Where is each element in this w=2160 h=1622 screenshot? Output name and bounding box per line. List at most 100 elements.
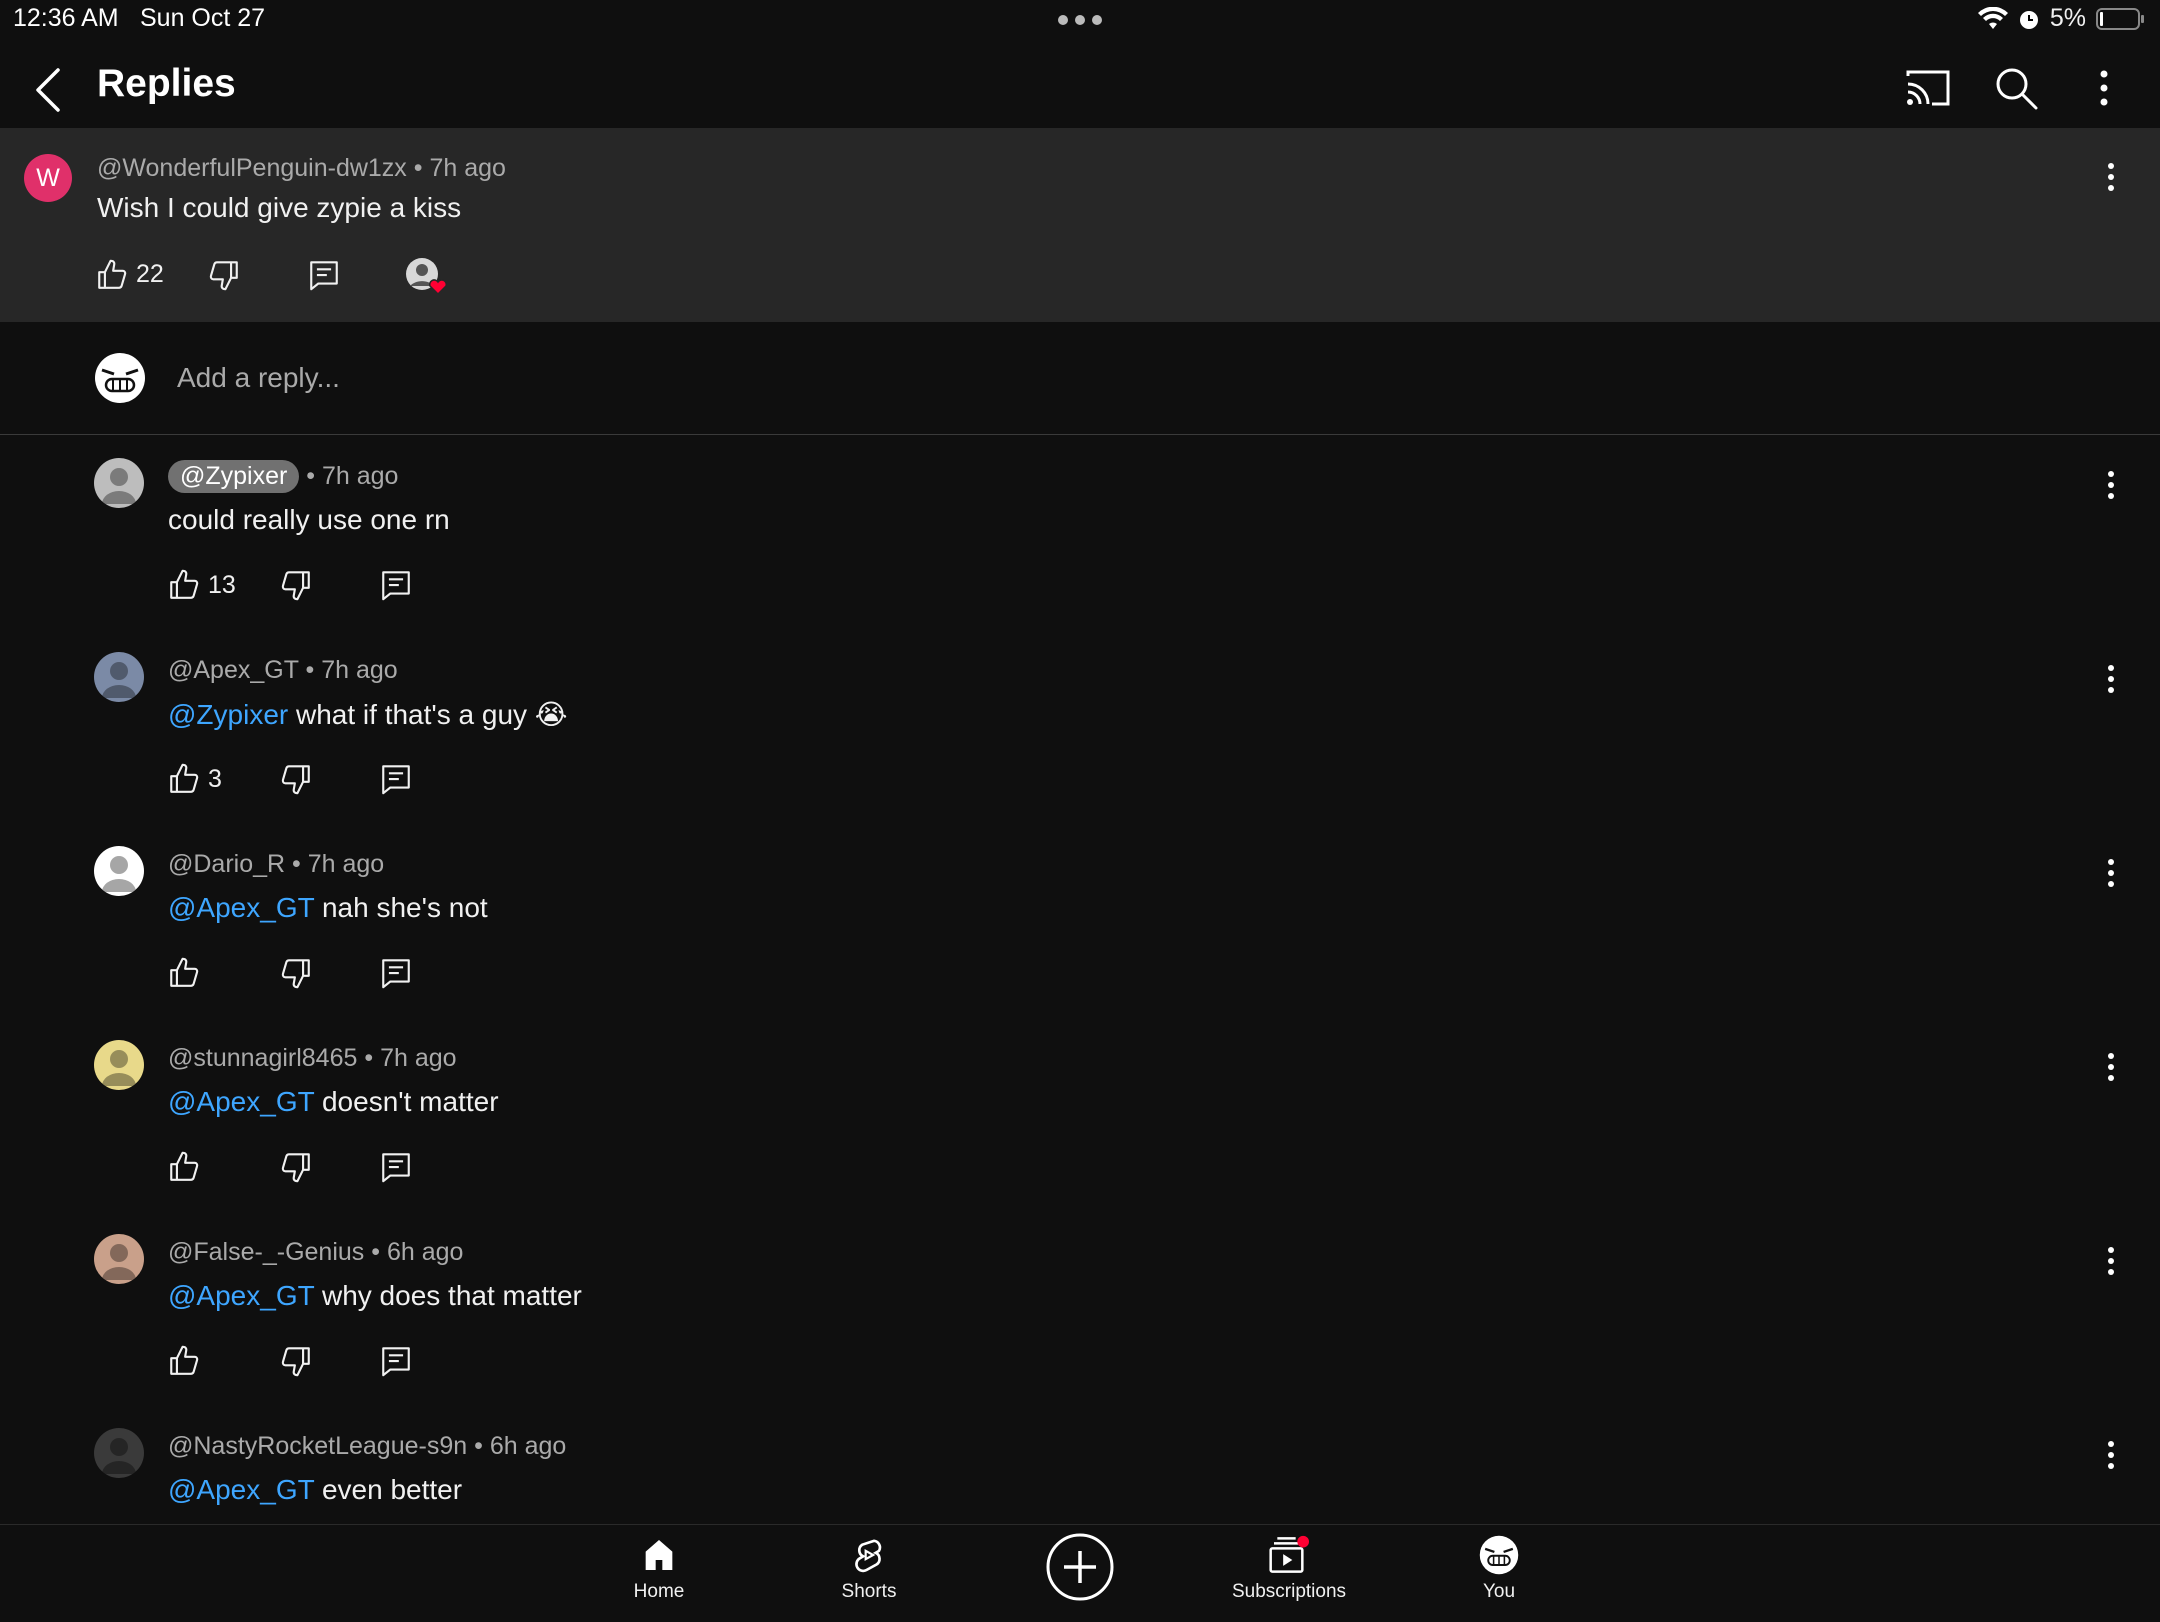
mention-link[interactable]: @Apex_GT <box>168 1474 314 1505</box>
mention-link[interactable]: @Zypixer <box>168 699 288 730</box>
avatar-image <box>102 1050 136 1086</box>
reply-item: @Dario_R • 7h ago @Apex_GT nah she's not <box>0 846 2160 1040</box>
comment-text: @Apex_GT why does that matter <box>168 1280 582 1312</box>
thumb-down-icon <box>281 571 310 601</box>
more-vert-icon[interactable] <box>2104 162 2118 192</box>
more-vert-icon[interactable] <box>2104 1440 2118 1470</box>
comment-author[interactable]: @WonderfulPenguin-dw1zx <box>97 154 407 182</box>
avatar[interactable] <box>94 1040 144 1090</box>
like-count: 3 <box>208 765 222 793</box>
dislike-button[interactable] <box>279 1344 313 1378</box>
page-title: Replies <box>97 62 236 105</box>
more-vert-icon[interactable] <box>2104 1052 2118 1082</box>
chevron-left-icon <box>36 68 60 112</box>
comment-meta: @Zypixer • 7h ago <box>168 460 398 493</box>
more-vert-icon[interactable] <box>2104 470 2118 500</box>
avatar-image <box>102 1438 136 1474</box>
thumb-up-icon <box>98 259 127 289</box>
like-button[interactable] <box>167 1150 201 1184</box>
avatar-image <box>102 1244 136 1280</box>
nav-subscriptions[interactable]: Subscriptions <box>1204 1535 1374 1603</box>
like-button[interactable] <box>95 258 129 292</box>
home-icon <box>645 1540 673 1570</box>
dislike-button[interactable] <box>279 956 313 990</box>
comment-meta: @stunnagirl8465 • 7h ago <box>168 1044 457 1073</box>
creator-heart[interactable] <box>404 256 450 296</box>
comment-text: Wish I could give zypie a kiss <box>97 192 462 223</box>
avatar-image <box>102 856 136 892</box>
comment-body: could really use one rn <box>168 504 450 535</box>
dislike-button[interactable] <box>279 762 313 796</box>
thumb-up-icon <box>170 569 199 599</box>
comment-body: even better <box>314 1474 463 1505</box>
status-right: 5% <box>1977 4 2146 33</box>
nav-home-label: Home <box>633 1581 685 1602</box>
comment-author[interactable]: @NastyRocketLeague-s9n <box>168 1432 467 1460</box>
comment-text: could really use one rn <box>168 504 450 536</box>
back-button[interactable] <box>30 62 70 114</box>
reply-icon <box>382 1153 410 1183</box>
like-button[interactable] <box>167 1344 201 1378</box>
comment-author[interactable]: @False-_-Genius <box>168 1238 364 1266</box>
comment-meta: @Dario_R • 7h ago <box>168 850 384 879</box>
mention-link[interactable]: @Apex_GT <box>168 1086 314 1117</box>
cast-icon <box>1906 70 1950 106</box>
dislike-button[interactable] <box>207 258 241 292</box>
avatar[interactable]: W <box>24 154 72 202</box>
nav-home[interactable]: Home <box>574 1535 744 1603</box>
add-reply-row[interactable]: Add a reply... <box>0 322 2160 435</box>
status-bar: 12:36 AM Sun Oct 27 5% <box>0 0 2160 40</box>
comment-author[interactable]: @stunnagirl8465 <box>168 1044 357 1072</box>
reply-button[interactable] <box>307 258 341 292</box>
comment-text: @Zypixer what if that's a guy 😭 <box>168 698 568 731</box>
multitasking-dots-icon[interactable] <box>1057 14 1103 26</box>
comment-meta: @Apex_GT • 7h ago <box>168 656 398 685</box>
cast-button[interactable] <box>1902 62 1954 114</box>
reply-button[interactable] <box>379 956 413 990</box>
more-options-button[interactable] <box>2078 62 2130 114</box>
user-avatar-icon <box>95 353 145 403</box>
avatar-image <box>102 662 136 698</box>
mention-link[interactable]: @Apex_GT <box>168 1280 314 1311</box>
avatar <box>94 352 146 404</box>
comment-text: @Apex_GT doesn't matter <box>168 1086 499 1118</box>
battery-percent: 5% <box>2049 4 2086 32</box>
like-button[interactable] <box>167 568 201 602</box>
reply-button[interactable] <box>379 568 413 602</box>
comment-author[interactable]: @Apex_GT <box>168 656 299 684</box>
wifi-icon <box>1977 6 2008 31</box>
meta-separator: • <box>413 154 430 182</box>
nav-shorts[interactable]: Shorts <box>784 1535 954 1603</box>
more-vert-icon <box>2100 70 2108 106</box>
comment-age: 7h ago <box>429 154 506 182</box>
comment-author[interactable]: @Dario_R <box>168 850 285 878</box>
reply-button[interactable] <box>379 1344 413 1378</box>
more-vert-icon[interactable] <box>2104 1246 2118 1276</box>
reply-button[interactable] <box>379 1150 413 1184</box>
avatar[interactable] <box>94 1428 144 1478</box>
like-button[interactable] <box>167 762 201 796</box>
dislike-button[interactable] <box>279 568 313 602</box>
more-vert-icon[interactable] <box>2104 664 2118 694</box>
meta-separator: • <box>474 1432 490 1460</box>
add-reply-input[interactable]: Add a reply... <box>177 362 340 394</box>
like-button[interactable] <box>167 956 201 990</box>
comment-age: 6h ago <box>386 1238 464 1266</box>
avatar[interactable] <box>94 1234 144 1284</box>
creator-author-chip[interactable]: @Zypixer <box>168 460 300 493</box>
comment-body: what if that's a guy 😭 <box>288 699 568 730</box>
mention-link[interactable]: @Apex_GT <box>168 892 314 923</box>
reply-button[interactable] <box>379 762 413 796</box>
nav-you[interactable]: You <box>1414 1535 1584 1603</box>
dislike-button[interactable] <box>279 1150 313 1184</box>
thumb-up-icon <box>170 1151 199 1181</box>
subscriptions-icon <box>1269 1535 1309 1573</box>
shorts-icon <box>855 1539 882 1573</box>
search-button[interactable] <box>1990 62 2042 114</box>
avatar[interactable] <box>94 458 144 508</box>
avatar[interactable] <box>94 652 144 702</box>
more-vert-icon[interactable] <box>2104 858 2118 888</box>
search-icon <box>1996 68 2038 110</box>
nav-create[interactable] <box>995 1531 1165 1603</box>
avatar[interactable] <box>94 846 144 896</box>
